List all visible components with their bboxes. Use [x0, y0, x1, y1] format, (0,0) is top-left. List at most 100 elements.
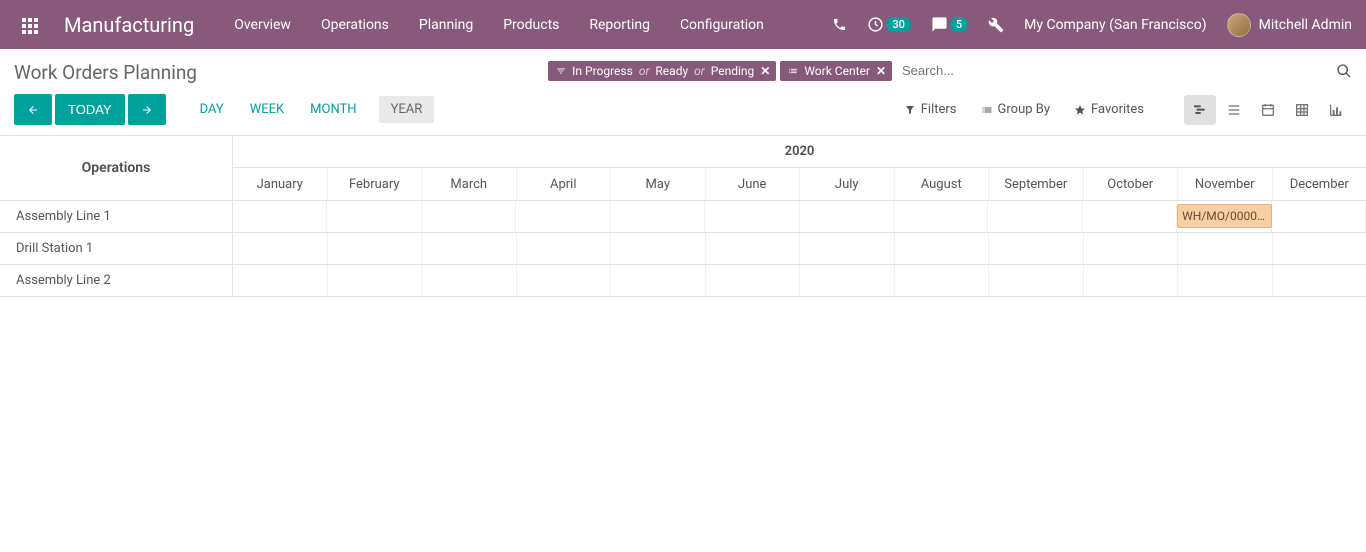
today-button[interactable]: TODAY [55, 94, 125, 125]
gantt-cell[interactable] [233, 265, 328, 296]
pivot-view-icon[interactable] [1286, 95, 1318, 125]
brand-title[interactable]: Manufacturing [64, 13, 194, 37]
gantt-cell[interactable] [706, 265, 801, 296]
filter-facet-status[interactable]: In Progress or Ready or Pending ✕ [548, 61, 776, 81]
gantt-cell[interactable] [516, 201, 610, 232]
menu-overview[interactable]: Overview [234, 17, 291, 33]
range-year[interactable]: YEAR [379, 96, 435, 123]
gantt-cell[interactable] [517, 265, 612, 296]
search-input[interactable] [896, 59, 1156, 82]
month-col: May [611, 168, 706, 200]
main-menu: Overview Operations Planning Products Re… [234, 17, 764, 33]
gantt-cell[interactable] [422, 233, 517, 264]
messages-badge: 5 [950, 17, 968, 32]
gantt-cell[interactable] [517, 233, 612, 264]
month-col: December [1273, 168, 1366, 200]
operations-header: Operations [0, 136, 232, 201]
gantt-row: Drill Station 1 [0, 233, 1366, 265]
month-col: July [800, 168, 895, 200]
apps-icon[interactable] [14, 8, 48, 42]
year-header: 2020 [233, 136, 1366, 168]
gantt-cell[interactable] [1084, 265, 1179, 296]
calendar-view-icon[interactable] [1252, 95, 1284, 125]
favorites-button[interactable]: Favorites [1074, 102, 1144, 117]
gantt-cell[interactable] [988, 201, 1082, 232]
gantt-cell[interactable] [1178, 233, 1273, 264]
avatar-icon [1227, 13, 1251, 37]
groupby-button[interactable]: Group By [981, 102, 1051, 117]
company-selector[interactable]: My Company (San Francisco) [1024, 17, 1206, 33]
menu-configuration[interactable]: Configuration [680, 17, 764, 33]
gantt-cell[interactable] [706, 233, 801, 264]
gantt-cell[interactable] [422, 265, 517, 296]
gantt-cell[interactable] [611, 201, 705, 232]
facet-value: Ready [655, 64, 688, 78]
month-col: April [517, 168, 612, 200]
gantt-task[interactable]: WH/MO/0000… [1177, 204, 1271, 228]
gantt-cell[interactable] [328, 233, 423, 264]
list-icon [786, 64, 800, 78]
gantt-cell[interactable] [327, 201, 421, 232]
menu-planning[interactable]: Planning [419, 17, 473, 33]
gantt-cell[interactable] [422, 201, 516, 232]
month-col: November [1178, 168, 1273, 200]
top-navbar: Manufacturing Overview Operations Planni… [0, 0, 1366, 49]
range-week[interactable]: WEEK [246, 96, 288, 123]
gantt-cell[interactable] [1272, 201, 1366, 232]
gantt-cell[interactable] [1084, 233, 1179, 264]
gantt-cell[interactable] [1083, 201, 1177, 232]
messages-icon[interactable]: 5 [931, 16, 968, 33]
gantt-view-icon[interactable] [1184, 95, 1216, 125]
gantt-cell[interactable] [895, 233, 990, 264]
gantt-cell[interactable] [233, 233, 328, 264]
facet-value: Work Center [804, 64, 870, 78]
username: Mitchell Admin [1259, 17, 1352, 33]
favorites-label: Favorites [1091, 102, 1144, 117]
view-switcher [1184, 95, 1352, 125]
tools-icon[interactable] [988, 17, 1004, 33]
gantt-cell[interactable] [1273, 265, 1366, 296]
remove-facet-icon[interactable]: ✕ [876, 64, 886, 78]
gantt-cell[interactable] [800, 233, 895, 264]
row-label[interactable]: Assembly Line 1 [0, 201, 233, 232]
menu-operations[interactable]: Operations [321, 17, 389, 33]
month-col: June [706, 168, 801, 200]
list-view-icon[interactable] [1218, 95, 1250, 125]
gantt-cell[interactable] [800, 265, 895, 296]
filters-button[interactable]: Filters [904, 102, 957, 117]
gantt-cell[interactable] [233, 201, 327, 232]
gantt-cell[interactable] [989, 265, 1084, 296]
gantt-cell[interactable] [1273, 233, 1366, 264]
gantt-cell[interactable] [895, 265, 990, 296]
next-button[interactable] [128, 94, 166, 125]
month-col: March [422, 168, 517, 200]
user-menu[interactable]: Mitchell Admin [1227, 13, 1352, 37]
phone-icon[interactable] [832, 17, 847, 32]
gantt-cell[interactable] [611, 233, 706, 264]
facet-value: Pending [711, 64, 755, 78]
gantt-cell[interactable] [705, 201, 799, 232]
gantt-cell[interactable] [800, 201, 894, 232]
row-label[interactable]: Assembly Line 2 [0, 265, 233, 296]
graph-view-icon[interactable] [1320, 95, 1352, 125]
filters-label: Filters [921, 102, 957, 117]
prev-button[interactable] [14, 94, 52, 125]
activity-icon[interactable]: 30 [867, 16, 911, 33]
gantt-cell[interactable] [1178, 265, 1273, 296]
range-month[interactable]: MONTH [306, 96, 360, 123]
menu-reporting[interactable]: Reporting [589, 17, 650, 33]
range-day[interactable]: DAY [196, 96, 228, 123]
gantt-cell[interactable] [989, 233, 1084, 264]
months-header: January February March April May June Ju… [233, 168, 1366, 201]
remove-facet-icon[interactable]: ✕ [760, 64, 770, 78]
gantt-cell[interactable] [328, 265, 423, 296]
month-col: September [989, 168, 1084, 200]
row-label[interactable]: Drill Station 1 [0, 233, 233, 264]
gantt-cell[interactable] [611, 265, 706, 296]
gantt-cell[interactable] [894, 201, 988, 232]
menu-products[interactable]: Products [503, 17, 559, 33]
search-icon[interactable] [1336, 63, 1352, 79]
month-col: October [1084, 168, 1179, 200]
month-col: February [328, 168, 423, 200]
groupby-facet-workcenter[interactable]: Work Center ✕ [780, 61, 892, 81]
